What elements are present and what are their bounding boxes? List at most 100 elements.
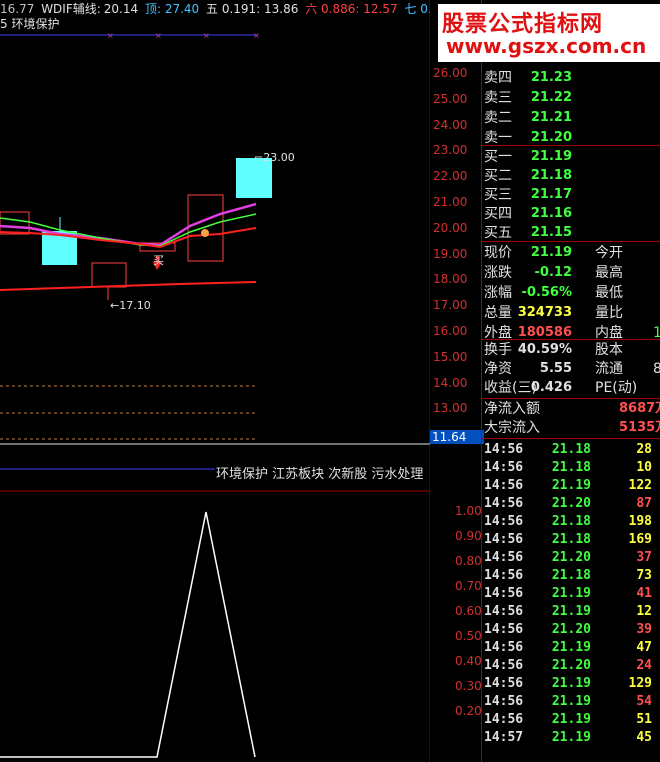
tick-time: 14:56 xyxy=(484,496,524,511)
tick-row[interactable]: 14:56 21.19 12 xyxy=(481,603,660,621)
quote-label-2: 最低 xyxy=(595,285,623,301)
price-axis-label: 15.00 xyxy=(433,349,468,364)
tick-volume: 10 xyxy=(636,460,652,475)
tick-time: 14:56 xyxy=(484,514,524,529)
tick-row[interactable]: 14:56 21.20 24 xyxy=(481,657,660,675)
flow-label: 净流入额 xyxy=(484,401,540,417)
tick-time: 14:56 xyxy=(484,532,524,547)
quote-divider xyxy=(481,339,660,340)
orderbook-row[interactable]: 卖二 21.21 xyxy=(481,108,660,128)
tick-price: 21.20 xyxy=(551,496,591,511)
orderbook-row[interactable]: 买五 21.15 xyxy=(481,223,660,243)
quote-value: 5.55 xyxy=(539,361,572,376)
orderbook-price: 21.23 xyxy=(530,70,572,85)
tick-row[interactable]: 14:56 21.19 51 xyxy=(481,711,660,729)
tick-time: 14:56 xyxy=(484,568,524,583)
orderbook-label: 买三 xyxy=(484,187,512,203)
tick-row[interactable]: 14:56 21.19 129 xyxy=(481,675,660,693)
tick-volume: 198 xyxy=(628,514,652,529)
top-marker: × xyxy=(155,31,162,40)
tick-price: 21.18 xyxy=(551,460,591,475)
tick-row[interactable]: 14:56 21.18 198 xyxy=(481,513,660,531)
price-axis-label: 20.00 xyxy=(433,220,468,235)
quote-value-2: 8 xyxy=(653,361,660,377)
price-axis-label: 25.00 xyxy=(433,91,468,106)
quote-row: 涨幅 -0.56% 最低 xyxy=(481,283,660,303)
indicator-axis-label: 0.60 xyxy=(455,604,482,618)
low-annotation: ←17.10 xyxy=(110,299,151,312)
price-axis-label: 24.00 xyxy=(433,117,468,132)
tick-row[interactable]: 14:56 21.19 122 xyxy=(481,477,660,495)
tick-time: 14:56 xyxy=(484,604,524,619)
ma-line-red-long xyxy=(0,281,257,291)
orderbook-divider xyxy=(481,145,660,146)
high-annotation: ⌐23.00 xyxy=(254,151,295,164)
candle xyxy=(0,211,30,235)
tick-time: 14:57 xyxy=(484,730,524,745)
flow-row: 净流入额 8687万 xyxy=(481,399,660,419)
tick-volume: 169 xyxy=(628,532,652,547)
tick-price: 21.18 xyxy=(551,442,591,457)
indicator-axis-label: 1.00 xyxy=(455,504,482,518)
quote-label-2: 最高 xyxy=(595,265,623,281)
tick-price: 21.20 xyxy=(551,622,591,637)
indicator-axis-label: 0.90 xyxy=(455,529,482,543)
tick-price: 21.19 xyxy=(551,712,591,727)
tick-time: 14:56 xyxy=(484,460,524,475)
tick-row[interactable]: 14:56 21.20 87 xyxy=(481,495,660,513)
orderbook-price: 21.17 xyxy=(530,187,572,202)
indicator-axis-label: 0.20 xyxy=(455,704,482,718)
quote-label: 收益(三) xyxy=(484,380,537,396)
price-axis-label: 17.00 xyxy=(433,298,468,313)
site-watermark: 股票公式指标网 www.gszx.com.cn xyxy=(438,4,660,62)
quote-label-2: 流通 xyxy=(595,361,623,377)
quote-label: 涨跌 xyxy=(484,265,512,281)
tick-row[interactable]: 14:56 21.18 28 xyxy=(481,441,660,459)
orderbook-row[interactable]: 买四 21.16 xyxy=(481,204,660,224)
quote-label: 总量 xyxy=(484,305,512,321)
tick-row[interactable]: 14:56 21.19 41 xyxy=(481,585,660,603)
tick-time: 14:56 xyxy=(484,694,524,709)
tick-volume: 45 xyxy=(636,730,652,745)
price-axis-label: 22.00 xyxy=(433,169,468,184)
price-axis-label: 19.00 xyxy=(433,246,468,261)
orderbook-price: 21.19 xyxy=(530,149,572,164)
tick-row[interactable]: 14:56 21.20 37 xyxy=(481,549,660,567)
orderbook-row[interactable]: 卖三 21.22 xyxy=(481,88,660,108)
quote-label: 涨幅 xyxy=(484,285,512,301)
indicator-axis-label: 0.50 xyxy=(455,629,482,643)
tick-row[interactable]: 14:56 21.18 10 xyxy=(481,459,660,477)
orderbook-price: 21.15 xyxy=(530,225,572,240)
tick-volume: 51 xyxy=(636,712,652,727)
tick-price: 21.18 xyxy=(551,514,591,529)
orderbook-row[interactable]: 买二 21.18 xyxy=(481,166,660,186)
tick-row[interactable]: 14:56 21.19 54 xyxy=(481,693,660,711)
orderbook-price: 21.21 xyxy=(530,110,572,125)
tick-time: 14:56 xyxy=(484,658,524,673)
orderbook-bottom xyxy=(481,241,660,242)
quote-row: 总量 324733 量比 xyxy=(481,303,660,323)
top-marker: × xyxy=(253,31,260,40)
quote-label: 现价 xyxy=(484,245,512,261)
kline-chart-panel[interactable]: 16.77 WDIF辅线: 20.14 顶: 27.40 五 0.191: 13.… xyxy=(0,0,484,762)
tick-row[interactable]: 14:56 21.18 169 xyxy=(481,531,660,549)
tick-volume: 12 xyxy=(636,604,652,619)
tick-price: 21.20 xyxy=(551,550,591,565)
tick-row[interactable]: 14:57 21.19 45 xyxy=(481,729,660,747)
tick-price: 21.18 xyxy=(551,568,591,583)
tick-price: 21.18 xyxy=(551,532,591,547)
quote-row: 涨跌 -0.12 最高 xyxy=(481,263,660,283)
tick-row[interactable]: 14:56 21.20 39 xyxy=(481,621,660,639)
orderbook-row[interactable]: 卖四 21.23 xyxy=(481,68,660,88)
indicator-axis-label: 0.70 xyxy=(455,579,482,593)
orderbook-row[interactable]: 买一 21.19 xyxy=(481,147,660,167)
tick-row[interactable]: 14:56 21.18 73 xyxy=(481,567,660,585)
tick-volume: 41 xyxy=(636,586,652,601)
orderbook-row[interactable]: 买三 21.17 xyxy=(481,185,660,205)
tick-price: 21.19 xyxy=(551,586,591,601)
price-axis-label: 18.00 xyxy=(433,272,468,287)
price-axis-label: 26.00 xyxy=(433,66,468,80)
tick-time: 14:56 xyxy=(484,676,524,691)
tick-row[interactable]: 14:56 21.19 47 xyxy=(481,639,660,657)
quote-label-2: 量比 xyxy=(595,305,623,321)
